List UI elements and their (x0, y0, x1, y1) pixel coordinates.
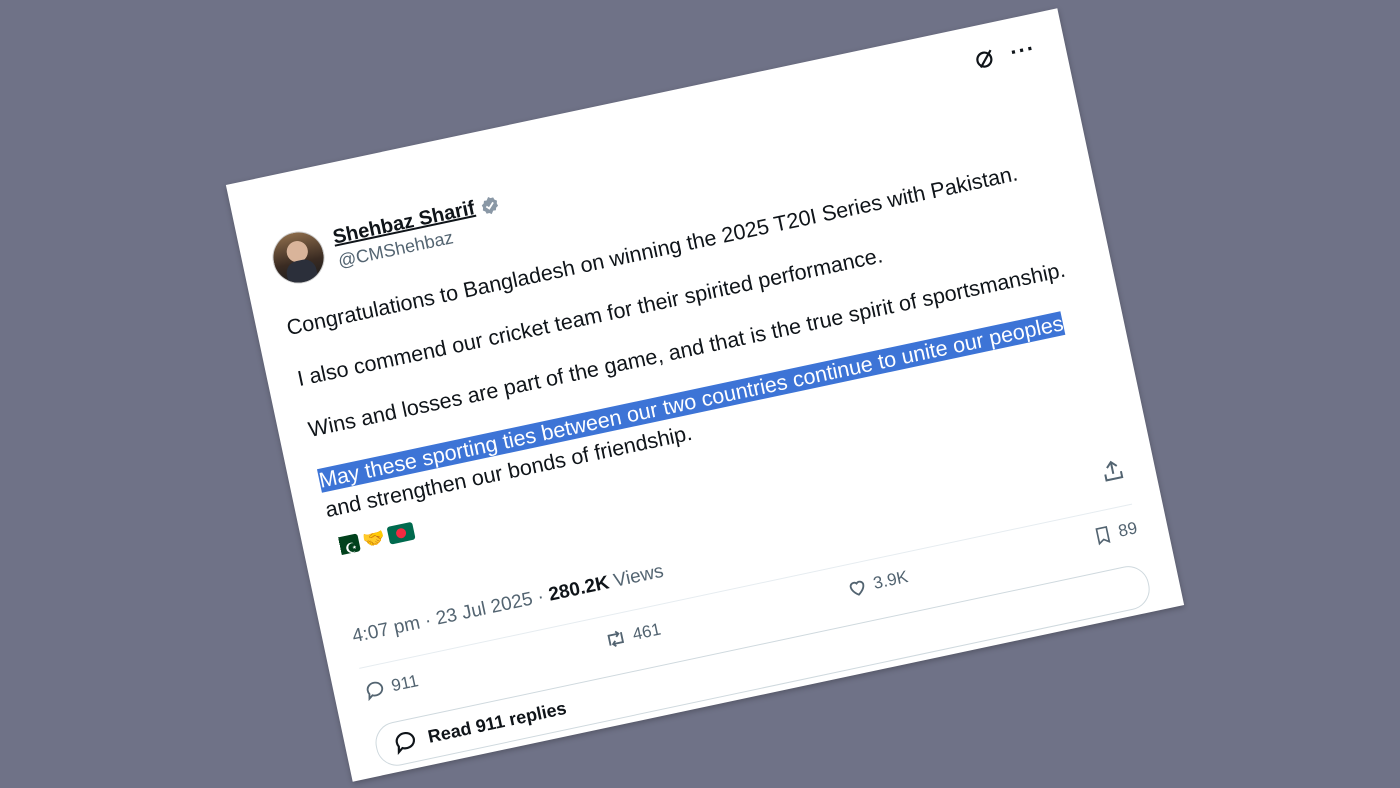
avatar[interactable] (267, 226, 330, 289)
tweet-card: ··· Shehbaz Sharif @CMShehbaz Congratula… (225, 8, 1185, 782)
author-names: Shehbaz Sharif @CMShehbaz (331, 192, 507, 272)
views-label: Views (611, 560, 666, 592)
bookmark-button[interactable]: 89 (1091, 517, 1140, 548)
tweet-time[interactable]: 4:07 pm (350, 613, 422, 648)
reply-bubble-icon (395, 732, 416, 755)
repost-button[interactable]: 461 (601, 619, 663, 653)
bookmark-icon (1095, 525, 1111, 546)
like-count: 3.9K (871, 567, 910, 593)
more-options-icon[interactable]: ··· (1008, 35, 1038, 65)
reply-button[interactable]: 911 (362, 670, 420, 703)
share-icon[interactable] (1098, 457, 1128, 490)
pakistan-flag-icon (331, 533, 361, 557)
read-replies-label: Read 911 replies (425, 697, 569, 747)
repost-count: 461 (630, 619, 663, 645)
verified-badge-icon (478, 193, 502, 217)
bangladesh-flag-icon (386, 521, 417, 545)
top-actions: ··· (971, 35, 1038, 73)
reply-count: 911 (389, 671, 421, 696)
tweet-date[interactable]: 23 Jul 2025 (434, 589, 534, 630)
grok-icon[interactable] (971, 44, 999, 72)
like-button[interactable]: 3.9K (844, 566, 910, 601)
page-background: ··· Shehbaz Sharif @CMShehbaz Congratula… (0, 0, 1400, 788)
bookmark-count: 89 (1116, 518, 1139, 541)
views-count: 280.2K (546, 572, 612, 606)
reply-icon (366, 681, 384, 702)
heart-icon (849, 580, 864, 596)
repost-icon (607, 630, 624, 648)
handshake-icon: 🤝 (360, 526, 387, 552)
